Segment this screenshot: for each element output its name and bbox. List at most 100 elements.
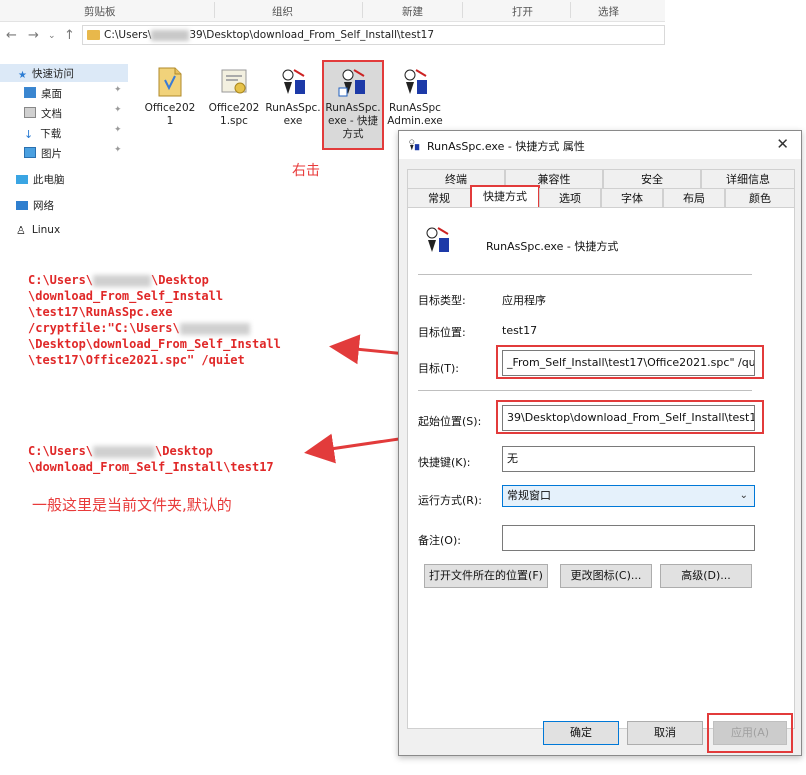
sidebar-item-label: 桌面 — [41, 88, 62, 100]
ribbon-group-new: 新建 — [402, 6, 423, 18]
up-arrow-icon[interactable]: ↑ — [64, 28, 75, 43]
chevron-down-icon: ⌄ — [739, 490, 748, 501]
sidebar-item-label: 图片 — [41, 148, 62, 160]
certificate-file-icon — [221, 69, 247, 94]
ribbon-group-open: 打开 — [512, 6, 533, 18]
tab-font[interactable]: 字体 — [601, 188, 663, 208]
tab-options[interactable]: 选项 — [539, 188, 601, 208]
sidebar-item-desktop[interactable]: 桌面 ✦ — [0, 84, 128, 102]
recent-chevron-down-icon[interactable]: ⌄ — [48, 31, 56, 41]
runasspc-title-icon — [409, 139, 420, 151]
run-select[interactable]: 常规窗口 ⌄ — [502, 485, 755, 507]
document-icon — [24, 107, 36, 118]
address-bar[interactable]: C:\Users\ 39\Desktop\download_From_Self_I… — [82, 25, 665, 45]
ribbon-divider — [462, 2, 463, 18]
dialog-title: RunAsSpc.exe - 快捷方式 属性 — [427, 140, 585, 153]
annotation-note: 一般这里是当前文件夹,默认的 — [32, 496, 232, 514]
start-in-label: 起始位置(S): — [418, 415, 482, 428]
start-in-input[interactable]: 39\Desktop\download_From_Self_Install\te… — [502, 405, 755, 431]
address-path-suffix: 39\Desktop\download_From_Self_Install\te… — [189, 29, 435, 41]
ok-button[interactable]: 确定 — [543, 721, 619, 745]
shortcut-tab-panel: RunAsSpc.exe - 快捷方式 目标类型: 应用程序 目标位置: tes… — [407, 207, 795, 729]
linux-penguin-icon: ♙ — [16, 224, 26, 237]
open-file-location-button[interactable]: 打开文件所在的位置(F) — [424, 564, 548, 588]
shortcut-large-icon — [426, 227, 449, 252]
ribbon-group-select: 选择 — [598, 6, 619, 18]
sidebar-item-downloads[interactable]: ↓ 下载 ✦ — [0, 124, 128, 142]
pin-icon[interactable]: ✦ — [114, 145, 122, 155]
file-tile-office2021-folder[interactable]: Office202 1 — [141, 62, 199, 148]
sidebar-item-quick-access[interactable]: ★ 快速访问 — [0, 64, 128, 82]
pin-icon[interactable]: ✦ — [114, 105, 122, 115]
sidebar-item-documents[interactable]: 文档 ✦ — [0, 104, 128, 122]
forward-arrow-icon[interactable]: → — [28, 28, 39, 43]
tab-layout[interactable]: 布局 — [663, 188, 725, 208]
office-file-icon — [158, 67, 182, 97]
apply-button[interactable]: 应用(A) — [713, 721, 787, 745]
file-tile-office2021-spc[interactable]: Office202 1.spc — [205, 62, 263, 148]
file-name: RunAsSpc. exe — [265, 102, 321, 127]
sidebar-item-pictures[interactable]: 图片 ✦ — [0, 144, 128, 162]
ribbon-group-organize: 组织 — [272, 6, 293, 18]
sidebar-item-label: 文档 — [41, 108, 62, 120]
sidebar-item-label: 快速访问 — [31, 68, 74, 80]
run-select-value: 常规窗口 — [507, 489, 551, 502]
file-tile-runasspc-shortcut[interactable]: RunAsSpc. exe - 快捷 方式 — [322, 60, 384, 150]
folder-icon — [87, 30, 100, 40]
file-name: Office202 1.spc — [208, 102, 260, 127]
sidebar-item-label: 网络 — [33, 200, 54, 212]
sidebar-item-label: 此电脑 — [33, 174, 65, 186]
sidebar-item-label: 下载 — [40, 128, 62, 140]
target-location-value: test17 — [502, 324, 538, 337]
shortcut-name: RunAsSpc.exe - 快捷方式 — [486, 240, 619, 253]
file-name: RunAsSpc. exe - 快捷 方式 — [325, 102, 381, 140]
annotation-start-in-text: C:\Users\ \Desktop \download_From_Self_In… — [28, 444, 274, 474]
run-label: 运行方式(R): — [418, 494, 482, 507]
file-name: RunAsSpc Admin.exe — [387, 102, 443, 127]
comment-input[interactable] — [502, 525, 755, 551]
divider — [418, 274, 752, 275]
star-icon: ★ — [18, 70, 27, 81]
close-icon[interactable]: ✕ — [776, 135, 789, 153]
target-input[interactable]: _From_Self_Install\test17\Office2021.spc… — [502, 350, 755, 376]
target-type-label: 目标类型: — [418, 294, 466, 307]
tab-security[interactable]: 安全 — [603, 169, 701, 189]
pin-icon[interactable]: ✦ — [114, 85, 122, 95]
back-arrow-icon[interactable]: ← — [6, 28, 17, 43]
sidebar-item-network[interactable]: 网络 — [0, 196, 128, 214]
advanced-button[interactable]: 高级(D)... — [660, 564, 752, 588]
pin-icon[interactable]: ✦ — [114, 125, 122, 135]
desktop-icon — [24, 87, 36, 98]
annotation-right-click: 右击 — [292, 163, 320, 179]
sidebar-item-this-pc[interactable]: 此电脑 — [0, 170, 128, 188]
change-icon-button[interactable]: 更改图标(C)... — [560, 564, 652, 588]
address-path-prefix: C:\Users\ — [104, 29, 152, 41]
tab-details[interactable]: 详细信息 — [701, 169, 795, 189]
dialog-titlebar[interactable]: RunAsSpc.exe - 快捷方式 属性 ✕ — [399, 131, 801, 159]
ribbon-divider — [570, 2, 571, 18]
target-location-label: 目标位置: — [418, 326, 466, 339]
cancel-button[interactable]: 取消 — [627, 721, 703, 745]
ribbon-group-bar: 剪贴板 组织 新建 打开 选择 — [0, 0, 665, 22]
runasspc-shortcut-icon — [338, 69, 365, 97]
tab-shortcut[interactable]: 快捷方式 — [470, 185, 540, 209]
redacted-username — [151, 29, 190, 41]
file-tile-runasspc-exe[interactable]: RunAsSpc. exe — [264, 62, 322, 148]
picture-icon — [24, 147, 36, 158]
annotation-target-text: C:\Users\ \Desktop \download_From_Self_In… — [28, 273, 281, 367]
properties-dialog: RunAsSpc.exe - 快捷方式 属性 ✕ 终端 兼容性 安全 详细信息 … — [398, 130, 802, 756]
tab-general[interactable]: 常规 — [407, 188, 471, 208]
ribbon-group-clipboard: 剪贴板 — [84, 6, 116, 18]
sidebar-item-label: Linux — [31, 224, 61, 236]
hotkey-input[interactable]: 无 — [502, 446, 755, 472]
redacted-username — [93, 274, 152, 287]
target-label: 目标(T): — [418, 362, 460, 375]
tab-colors[interactable]: 颜色 — [725, 188, 795, 208]
runasspc-admin-icon — [404, 69, 427, 94]
runasspc-app-icon — [282, 69, 305, 94]
computer-icon — [16, 175, 28, 184]
sidebar-item-linux[interactable]: ♙ Linux — [0, 222, 128, 240]
download-icon: ↓ — [24, 128, 34, 141]
redacted-username — [93, 445, 156, 458]
comment-label: 备注(O): — [418, 534, 461, 547]
